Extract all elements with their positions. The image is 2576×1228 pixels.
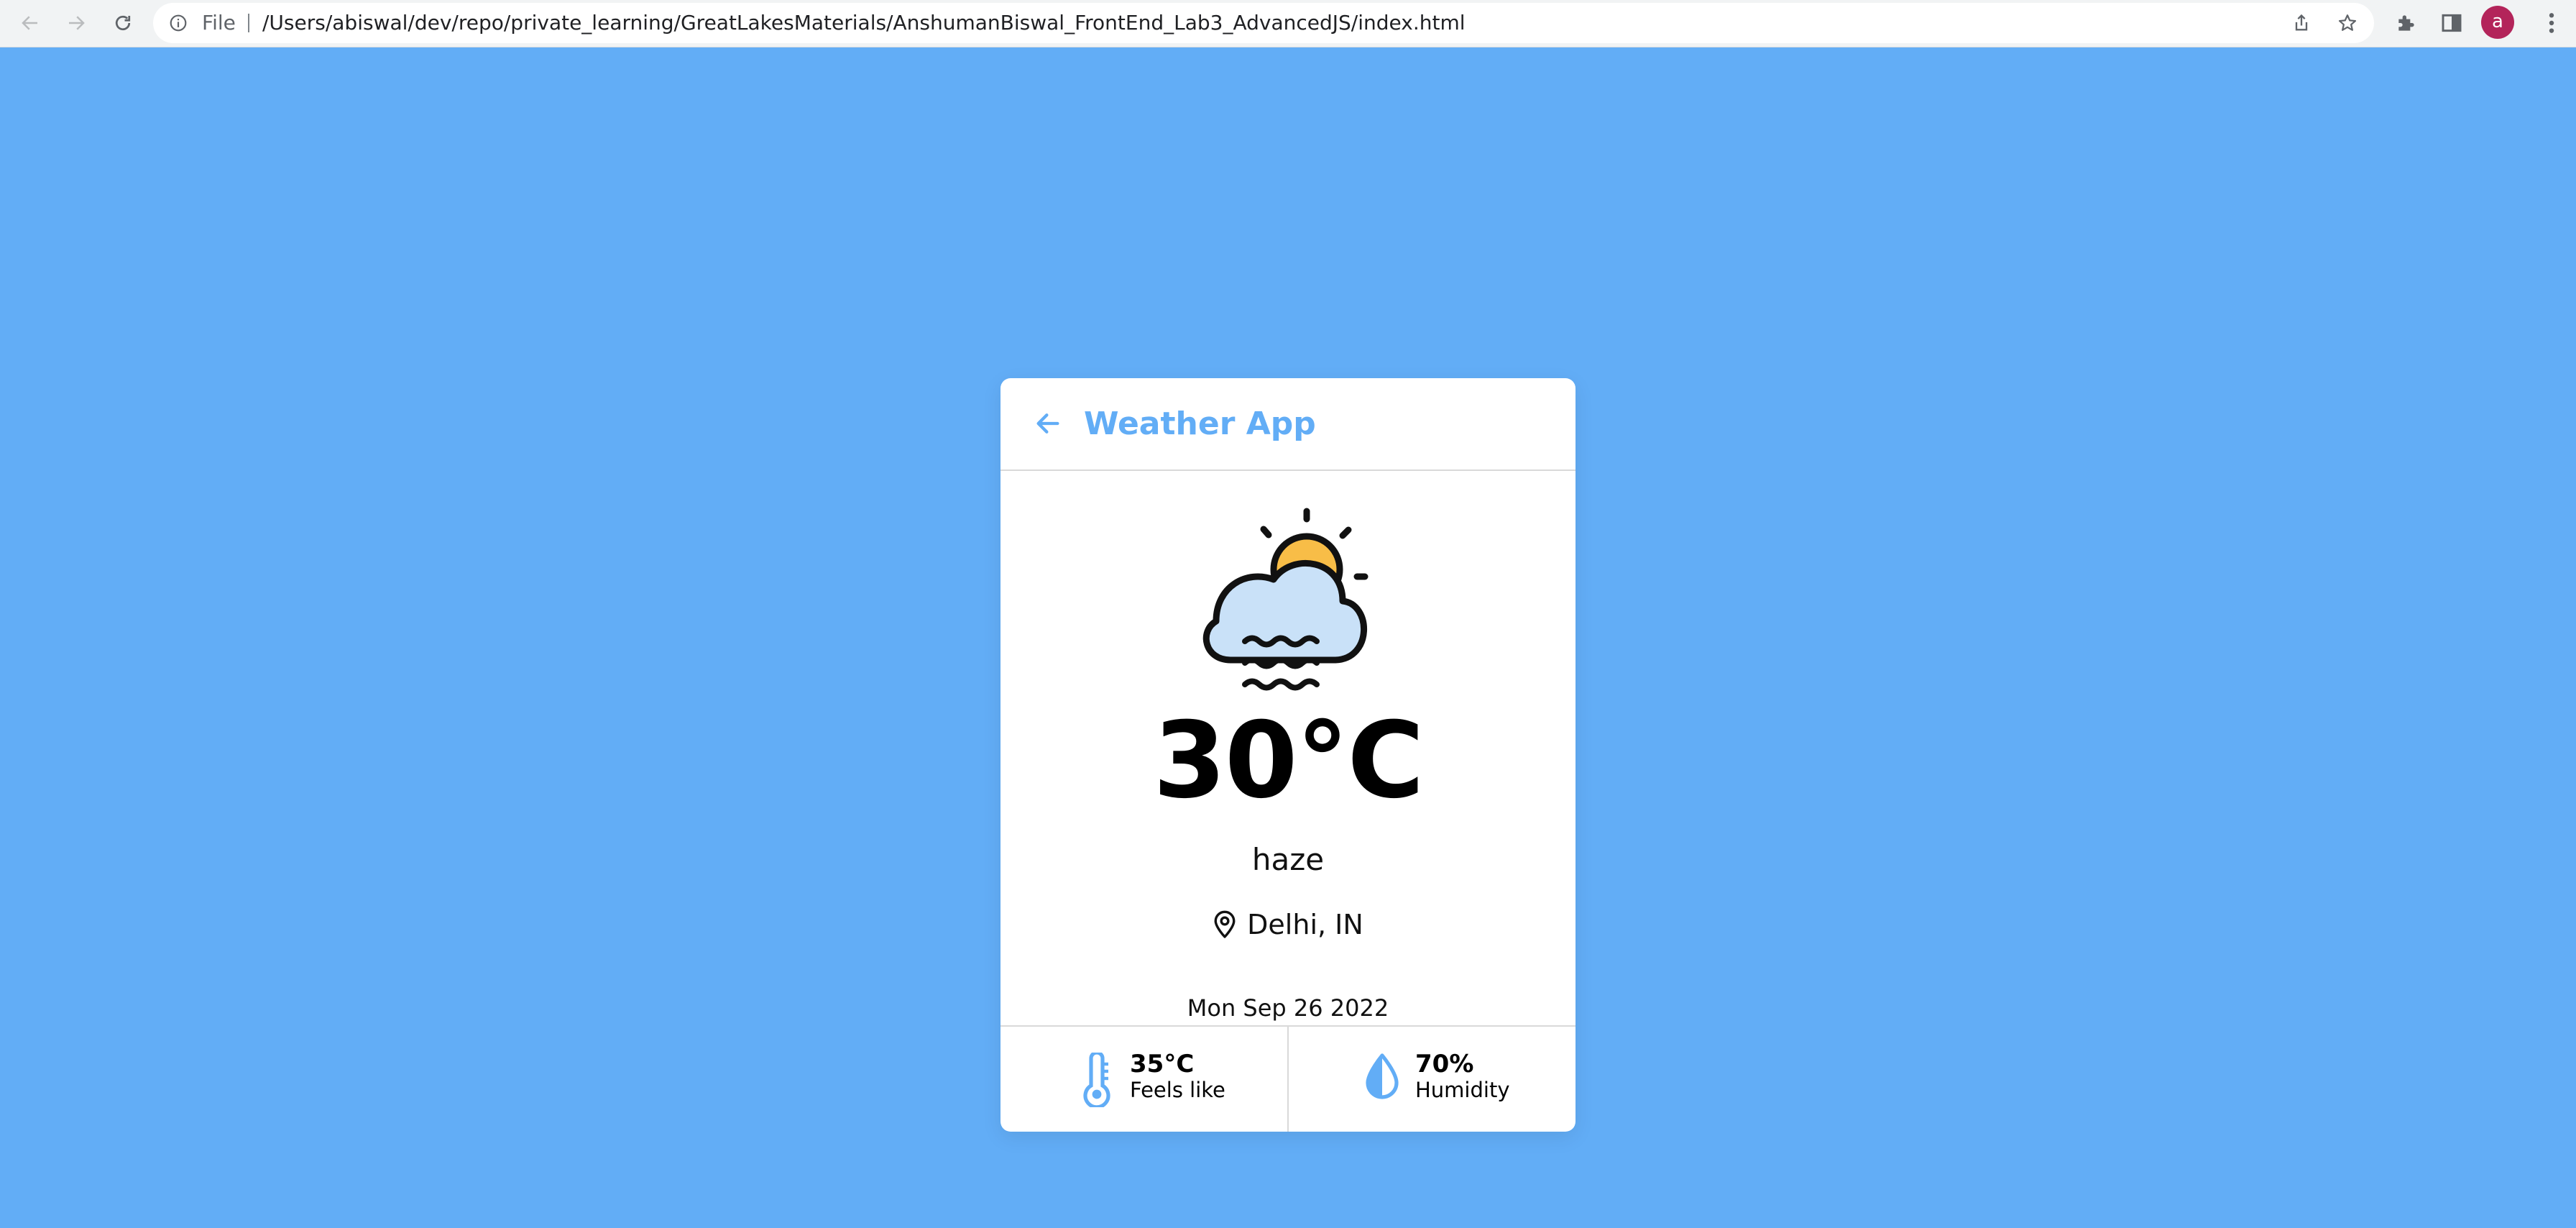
reload-button[interactable] xyxy=(107,7,139,39)
share-button[interactable] xyxy=(2290,12,2313,35)
location-pin-icon xyxy=(1214,910,1236,938)
card-header: Weather App xyxy=(1000,378,1576,471)
back-arrow-icon xyxy=(22,16,37,30)
date-text: Mon Sep 26 2022 xyxy=(1187,994,1389,1022)
bookmark-button[interactable] xyxy=(2336,12,2359,35)
humidity-value: 70% xyxy=(1415,1050,1474,1078)
side-panel-button[interactable] xyxy=(2437,9,2466,37)
info-icon[interactable] xyxy=(169,14,188,32)
haze-weather-icon xyxy=(1202,508,1368,691)
back-button[interactable] xyxy=(14,7,46,39)
water-drop-icon xyxy=(1366,1053,1399,1099)
url-text[interactable]: /Users/abiswal/dev/repo/private_learning… xyxy=(262,3,1466,43)
kebab-menu-icon xyxy=(2549,13,2554,33)
location: Delhi, IN xyxy=(1000,903,1576,946)
humidity-label: Humidity xyxy=(1415,1078,1510,1102)
browser-toolbar: File /Users/abiswal/dev/repo/private_lea… xyxy=(0,0,2576,47)
star-icon xyxy=(2338,14,2357,31)
puzzle-icon xyxy=(2398,15,2414,31)
location-text: Delhi, IN xyxy=(1247,909,1363,940)
profile-avatar[interactable]: a xyxy=(2481,6,2514,39)
url-scheme-label: File xyxy=(202,11,236,35)
side-panel-icon xyxy=(2442,14,2462,32)
feels-like-label: Feels like xyxy=(1130,1078,1225,1102)
forward-arrow-icon xyxy=(69,16,85,30)
reload-icon xyxy=(115,15,131,31)
humidity-stat: 70% Humidity xyxy=(1289,1027,1576,1132)
arrow-left-icon[interactable] xyxy=(1034,409,1062,438)
browser-menu-button[interactable] xyxy=(2539,7,2564,39)
app-title: Weather App xyxy=(1084,405,1316,442)
omnibox-divider xyxy=(248,14,249,32)
feels-like-stat: 35°C Feels like xyxy=(1000,1027,1287,1132)
share-icon xyxy=(2295,14,2308,31)
weather-card: Weather App 30°C haze Delhi, IN Mon Sep … xyxy=(1000,378,1576,1132)
weather-condition: haze xyxy=(1251,842,1325,877)
temperature: 30°C xyxy=(1153,700,1424,822)
thermometer-icon xyxy=(1083,1053,1110,1107)
address-bar[interactable]: File /Users/abiswal/dev/repo/private_lea… xyxy=(153,3,2374,43)
forward-button[interactable] xyxy=(60,7,92,39)
extensions-button[interactable] xyxy=(2392,9,2421,37)
card-footer: 35°C Feels like 70% Humidity xyxy=(1000,1025,1576,1132)
feels-like-value: 35°C xyxy=(1130,1050,1195,1078)
